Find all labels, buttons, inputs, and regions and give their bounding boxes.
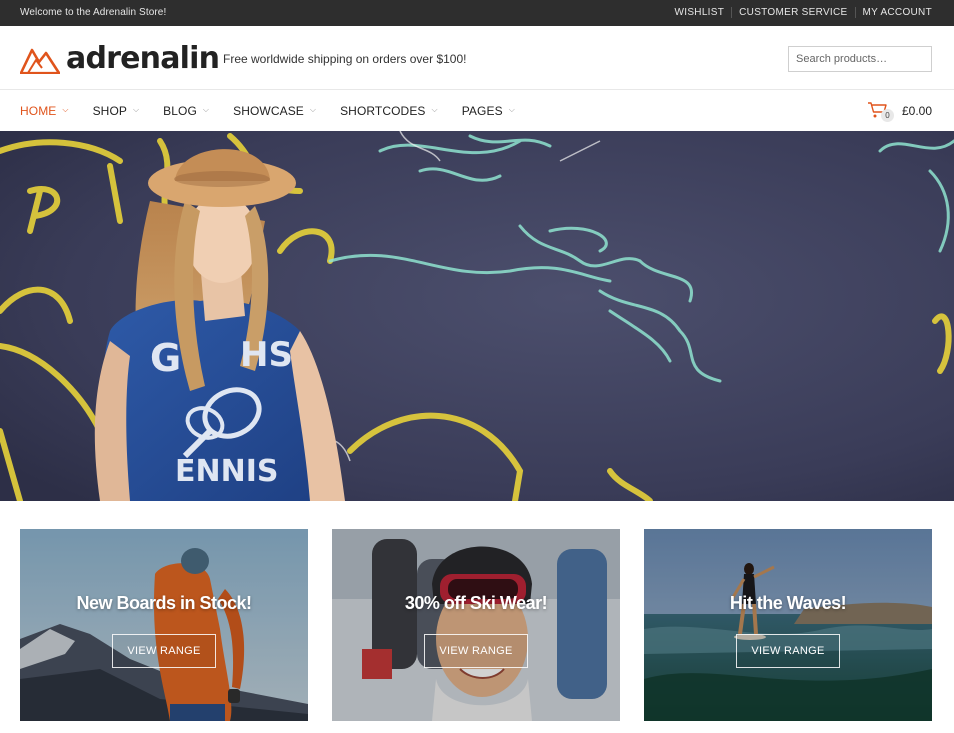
promo-card-boards[interactable]: New Boards in Stock! VIEW RANGE [20, 529, 308, 721]
nav-item-home[interactable]: HOME ⌵ [20, 104, 69, 118]
site-logo[interactable]: adrenalin [20, 41, 220, 76]
svg-text:HS: HS [240, 335, 293, 375]
cart-link[interactable]: 0 £0.00 [867, 100, 932, 122]
promo-title: New Boards in Stock! [76, 593, 252, 613]
top-links: WISHLIST CUSTOMER SERVICE MY ACCOUNT [668, 7, 932, 18]
view-range-button[interactable]: VIEW RANGE [112, 634, 216, 668]
nav-item-shortcodes[interactable]: SHORTCODES ⌵ [340, 104, 438, 118]
chevron-down-icon: ⌵ [309, 104, 317, 114]
chevron-down-icon: ⌵ [202, 104, 210, 114]
promo-title: 30% off Ski Wear! [404, 593, 548, 613]
nav-item-pages[interactable]: PAGES ⌵ [462, 104, 515, 118]
nav-item-label: SHORTCODES [340, 103, 426, 118]
cart-total: £0.00 [901, 104, 932, 118]
logo-text: adrenalin [66, 41, 220, 76]
nav-item-showcase[interactable]: SHOWCASE ⌵ [233, 104, 316, 118]
svg-text:G: G [150, 336, 181, 380]
mountain-logo-icon [20, 48, 60, 74]
nav-item-shop[interactable]: SHOP ⌵ [93, 104, 140, 118]
chevron-down-icon: ⌵ [431, 104, 438, 114]
search-input[interactable] [788, 46, 932, 72]
nav-item-label: SHOP [92, 103, 127, 118]
nav-item-blog[interactable]: BLOG ⌵ [163, 104, 209, 118]
chevron-down-icon: ⌵ [133, 104, 140, 114]
top-bar: Welcome to the Adrenalin Store! WISHLIST… [0, 0, 954, 26]
site-header: adrenalin Free worldwide shipping on ord… [0, 26, 954, 90]
chevron-down-icon: ⌵ [62, 104, 69, 114]
svg-text:ENNIS: ENNIS [175, 454, 278, 489]
promo-title: Hit the Waves! [729, 593, 847, 613]
promo-card-waves[interactable]: Hit the Waves! VIEW RANGE [644, 529, 932, 721]
shipping-tagline: Free worldwide shipping on orders over $… [223, 52, 467, 66]
view-range-button[interactable]: VIEW RANGE [424, 634, 528, 668]
nav-item-label: PAGES [461, 103, 503, 118]
welcome-message: Welcome to the Adrenalin Store! [20, 7, 167, 18]
view-range-button[interactable]: VIEW RANGE [736, 634, 840, 668]
cart-count-badge: 0 [880, 109, 894, 122]
cart-icon: 0 [867, 101, 894, 122]
my-account-link[interactable]: MY ACCOUNT [854, 7, 933, 18]
wishlist-link[interactable]: WISHLIST [668, 7, 732, 18]
chevron-down-icon: ⌵ [508, 104, 515, 114]
nav-item-label: SHOWCASE [233, 103, 304, 118]
hero-banner-image: G HS ENNIS [0, 131, 954, 501]
main-nav: HOME ⌵ SHOP ⌵ BLOG ⌵ SHOWCASE ⌵ SHORTCOD… [0, 90, 954, 131]
nav-item-label: BLOG [163, 103, 197, 118]
nav-item-label: HOME [20, 103, 57, 118]
promo-card-ski-wear[interactable]: 30% off Ski Wear! VIEW RANGE [332, 529, 620, 721]
customer-service-link[interactable]: CUSTOMER SERVICE [731, 7, 854, 18]
